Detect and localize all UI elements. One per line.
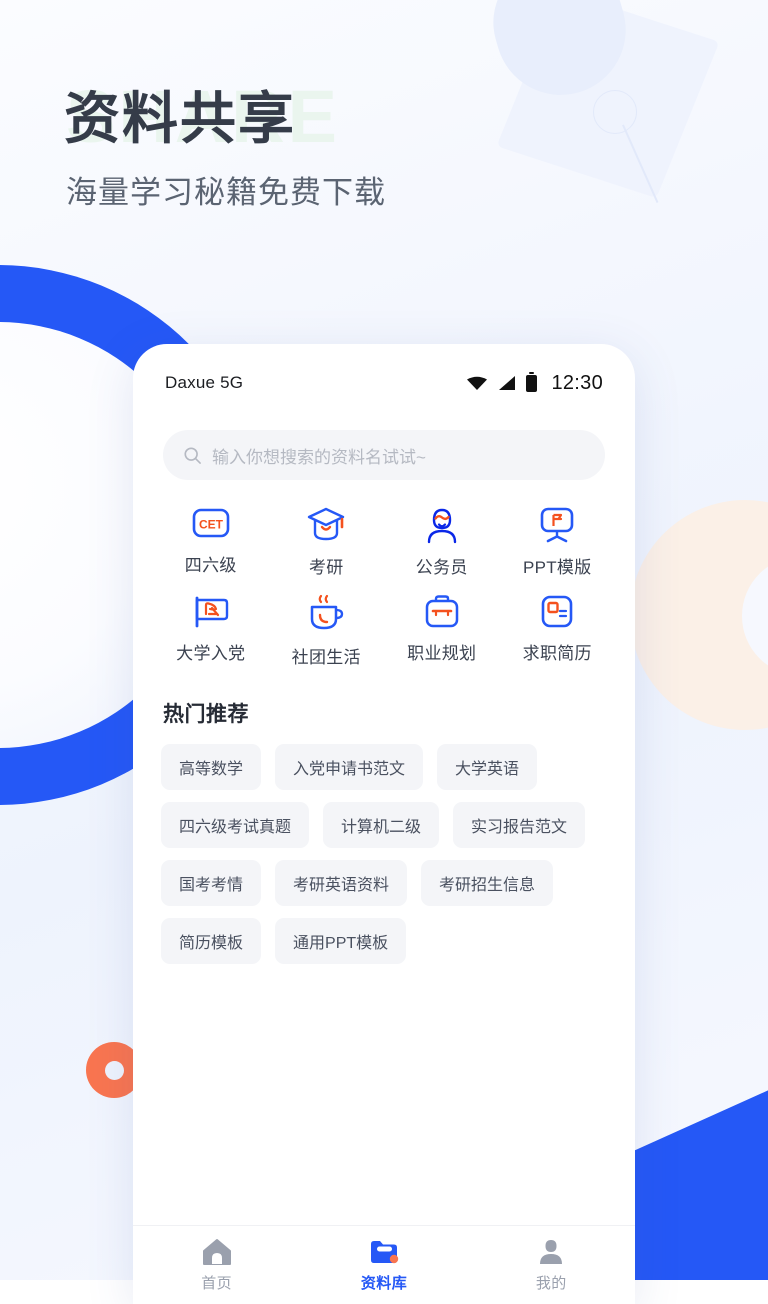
wifi-icon <box>467 376 488 390</box>
search-bar[interactable]: 输入你想搜索的资料名试试~ <box>163 430 605 480</box>
hot-tag[interactable]: 大学英语 <box>437 744 538 790</box>
tab-label: 首页 <box>201 1275 233 1292</box>
clock-label: 12:30 <box>551 371 603 394</box>
hot-tag[interactable]: 国考考情 <box>161 860 262 906</box>
battery-icon <box>526 371 538 392</box>
page-title: 资料共享 <box>64 87 296 150</box>
section-title-hot: 热门推荐 <box>163 703 249 726</box>
category-label: 四六级 <box>184 556 237 575</box>
category-item-career-plan[interactable]: 职业规划 <box>384 594 500 668</box>
hot-tag[interactable]: 考研英语资料 <box>275 860 408 906</box>
person-civil-servant-icon <box>427 508 456 544</box>
category-label: 社团生活 <box>291 648 361 667</box>
briefcase-icon <box>425 595 458 628</box>
home-icon <box>202 1239 231 1265</box>
search-input[interactable]: 输入你想搜索的资料名试试~ <box>212 443 426 468</box>
bottom-tab-bar: 首页 资料库 我的 <box>133 1225 635 1304</box>
category-label: 职业规划 <box>407 644 477 663</box>
tab-profile[interactable]: 我的 <box>468 1237 635 1293</box>
search-icon <box>184 446 201 464</box>
tab-library[interactable]: 资料库 <box>300 1237 467 1293</box>
category-item-cet[interactable]: CET 四六级 <box>153 506 269 578</box>
hero-section: SHARE 资料共享 海量学习秘籍免费下载 <box>64 80 584 212</box>
category-label: 大学入党 <box>176 644 246 663</box>
hot-tag[interactable]: 入党申请书范文 <box>275 744 424 790</box>
hot-tag[interactable]: 高等数学 <box>161 744 262 790</box>
folder-icon <box>370 1241 399 1264</box>
tab-label: 资料库 <box>360 1275 408 1292</box>
category-item-club-life[interactable]: 社团生活 <box>269 594 385 668</box>
category-label: 公务员 <box>415 558 468 577</box>
category-item-ppt-template[interactable]: PPT模版 <box>500 506 616 578</box>
hot-tag[interactable]: 四六级考试真题 <box>161 802 310 848</box>
status-bar: Daxue 5G 12:30 <box>133 344 635 406</box>
hot-tag[interactable]: 实习报告范文 <box>453 802 586 848</box>
category-label: 考研 <box>308 558 344 577</box>
party-flag-icon <box>195 596 228 628</box>
category-label: 求职简历 <box>522 644 592 663</box>
hot-tag-list: 高等数学 入党申请书范文 大学英语 四六级考试真题 计算机二级 实习报告范文 国… <box>161 744 611 964</box>
category-item-kaoyan[interactable]: 考研 <box>269 506 385 578</box>
category-grid: CET 四六级 考研 公务员 PPT模版 大学入党 社团生活 职业规划 求职简历 <box>153 506 615 668</box>
hot-tag[interactable]: 考研招生信息 <box>421 860 554 906</box>
signal-icon <box>499 376 516 390</box>
user-icon <box>540 1240 563 1264</box>
resume-card-icon <box>541 595 573 628</box>
coffee-cup-icon <box>311 594 344 630</box>
category-item-party[interactable]: 大学入党 <box>153 594 269 668</box>
hot-tag[interactable]: 计算机二级 <box>323 802 440 848</box>
carrier-label: Daxue 5G <box>165 373 244 392</box>
phone-mockup: Daxue 5G 12:30 输入你想搜索的资料名试试~ CET 四六级 考研 … <box>133 344 635 1304</box>
category-label: PPT模版 <box>522 558 592 577</box>
cet-badge-icon: CET <box>192 508 230 538</box>
category-item-resume[interactable]: 求职简历 <box>500 594 616 668</box>
presentation-board-icon <box>540 507 574 543</box>
graduation-cap-icon <box>308 507 345 541</box>
svg-text:CET: CET <box>199 518 224 532</box>
hot-tag[interactable]: 简历模板 <box>161 918 262 964</box>
category-item-civil-servant[interactable]: 公务员 <box>384 506 500 578</box>
tab-home[interactable]: 首页 <box>133 1237 300 1293</box>
page-subtitle: 海量学习秘籍免费下载 <box>66 174 386 210</box>
hot-tag[interactable]: 通用PPT模板 <box>275 918 407 964</box>
decor-magnifier-circle-icon <box>593 90 637 134</box>
tab-label: 我的 <box>535 1275 567 1292</box>
